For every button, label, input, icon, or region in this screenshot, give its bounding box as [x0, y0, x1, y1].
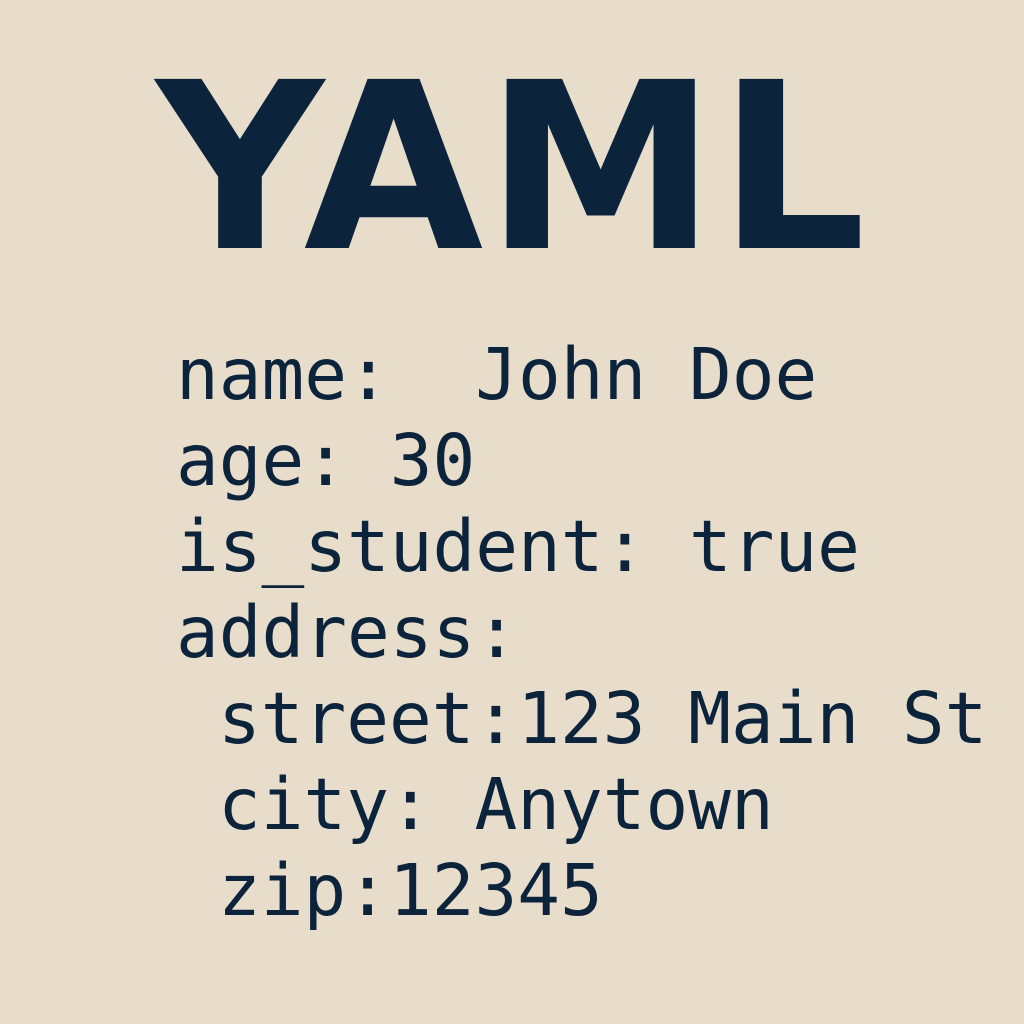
yaml-line-age: age: 30	[176, 419, 476, 502]
yaml-line-city: city: Anytown	[218, 763, 774, 846]
yaml-line-is-student: is_student: true	[176, 505, 860, 588]
yaml-line-address: address:	[176, 591, 518, 674]
yaml-line-street: street:123 Main St	[218, 677, 988, 760]
yaml-code-block: name: John Doe age: 30 is_student: true …	[176, 332, 987, 934]
page-title: YAML	[155, 33, 869, 303]
yaml-line-name: name: John Doe	[176, 333, 818, 416]
yaml-line-zip: zip:12345	[218, 849, 603, 932]
